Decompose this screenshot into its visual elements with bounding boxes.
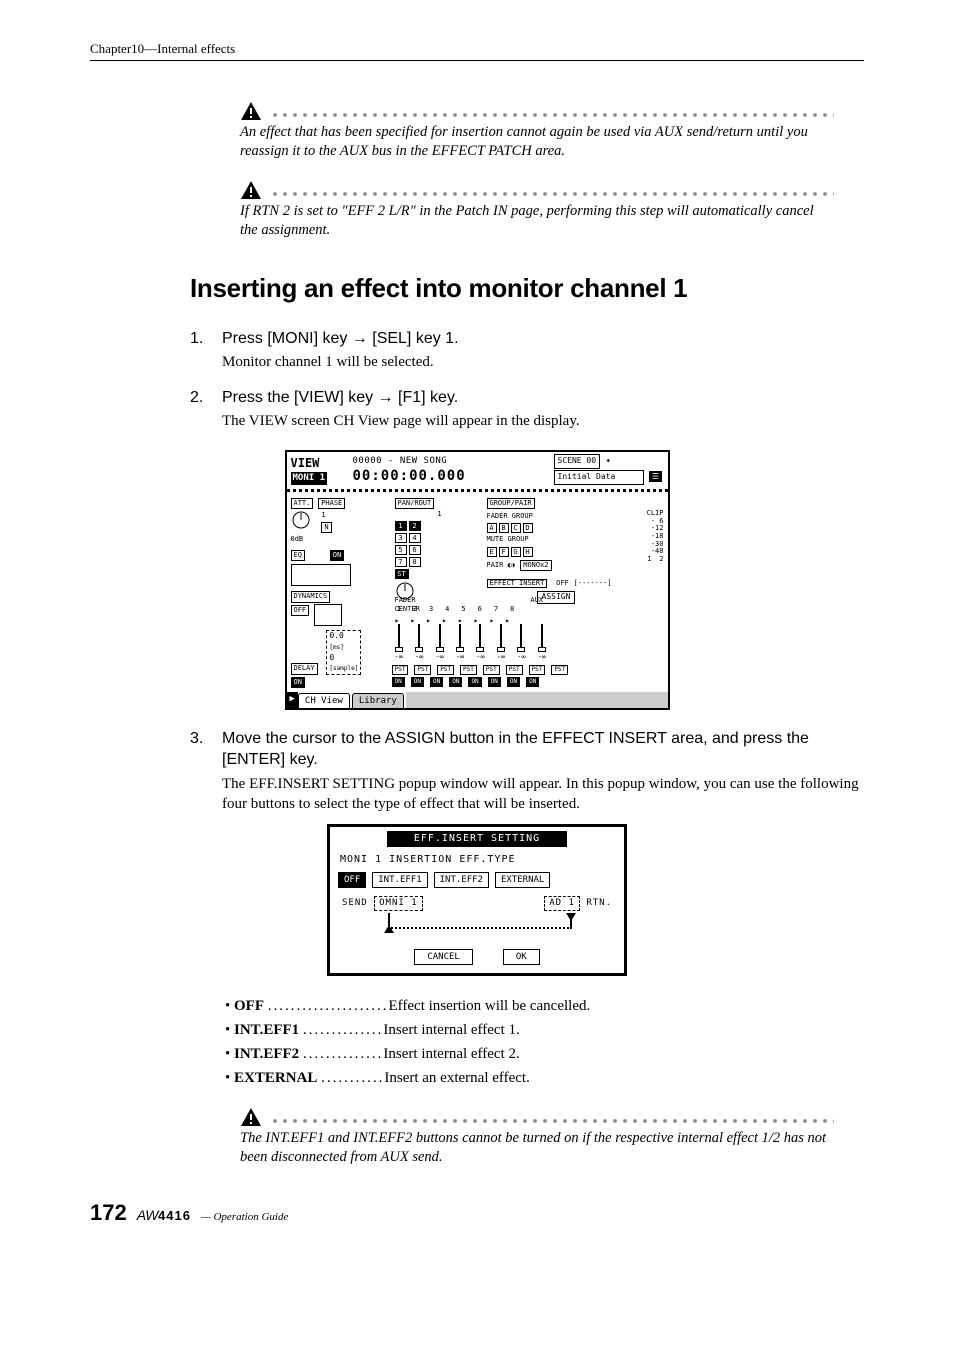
step-1: 1. Press [MONI] key → [SEL] key 1. Monit…: [190, 328, 864, 373]
delay-ms-unit: [ms]: [329, 644, 343, 651]
screen-titlebar: VIEW MONI 1 00000 - NEW SONG 00:00:00.00…: [287, 452, 668, 492]
delay-section: DELAY: [291, 663, 318, 674]
product-brand: AW: [137, 1207, 158, 1223]
pair-icon: ◐◗: [508, 561, 521, 569]
pair-mono: MONOx2: [520, 560, 551, 571]
popup-title: EFF.INSERT SETTING: [387, 831, 567, 847]
warning-2: If RTN 2 is set to "EFF 2 L/R" in the Pa…: [240, 180, 834, 241]
leader-dots: [270, 112, 834, 118]
popup-signal-flow: [356, 915, 598, 941]
att-value: 0dB: [291, 535, 304, 543]
product-model: 4416: [158, 1208, 191, 1223]
guide-label: — Operation Guide: [201, 1210, 288, 1225]
fadergroup-label: FADER GROUP: [487, 512, 533, 520]
fader-label: FADER: [395, 596, 416, 604]
delay-sample-unit: [sample]: [329, 665, 358, 672]
phase-idx: 1: [321, 511, 325, 519]
effins-section: EFFECT INSERT: [487, 579, 548, 588]
step-2: 2. Press the [VIEW] key → [F1] key. The …: [190, 387, 864, 432]
popup-rtn-label: RTN.: [586, 898, 612, 908]
step-desc: The VIEW screen CH View page will appear…: [222, 411, 864, 431]
eq-section: EQ: [291, 550, 305, 561]
view-screen: VIEW MONI 1 00000 - NEW SONG 00:00:00.00…: [285, 450, 670, 710]
song-title: 00000 - NEW SONG: [353, 455, 548, 467]
phase-section: PHASE: [318, 498, 345, 509]
warning-icon: [240, 1107, 262, 1127]
step-number: 1.: [190, 328, 210, 373]
tab-chview: CH View: [298, 693, 350, 709]
mutegroup-label: MUTE GROUP: [487, 535, 529, 543]
pair-label: PAIR: [487, 561, 504, 569]
bullet-external: • EXTERNAL ...........Insert an external…: [225, 1068, 864, 1088]
popup-channel-line: MONI 1 INSERTION EFF.TYPE: [340, 853, 618, 867]
button-definitions: • OFF .....................Effect insert…: [225, 996, 864, 1089]
timecode: 00:00:00.000: [353, 467, 548, 486]
warning-icon: [240, 180, 262, 200]
delay-ms: 0.0: [329, 631, 343, 640]
step-desc: Monitor channel 1 will be selected.: [222, 352, 864, 372]
menu-icon: ☰: [649, 471, 662, 482]
warning-text-1: An effect that has been specified for in…: [240, 123, 834, 162]
popup-inteff2-button: INT.EFF2: [434, 872, 489, 888]
section-heading: Inserting an effect into monitor channel…: [190, 271, 864, 306]
bullet-off: • OFF .....................Effect insert…: [225, 996, 864, 1016]
tab-library: Library: [352, 693, 404, 709]
popup-inteff1-button: INT.EFF1: [372, 872, 427, 888]
popup-send-label: SEND: [342, 898, 368, 908]
popup-off-button: OFF: [338, 872, 366, 888]
tab-icon: ▶: [287, 692, 298, 708]
warning-icon: [240, 101, 262, 121]
delay-state: ON: [291, 677, 305, 688]
page-header: Chapter10—Internal effects: [90, 40, 864, 61]
bullet-inteff1: • INT.EFF1 ..............Insert internal…: [225, 1020, 864, 1040]
att-section: ATT.: [291, 498, 314, 509]
scene-lock-icon: ✦: [605, 456, 610, 466]
warning-1: An effect that has been specified for in…: [240, 101, 834, 162]
aux-label: AUX: [530, 596, 543, 604]
eq-graph: [291, 564, 351, 586]
warning-3: The INT.EFF1 and INT.EFF2 buttons cannot…: [240, 1107, 834, 1168]
page-footer: 172 AW4416 — Operation Guide: [90, 1198, 864, 1228]
screen-title: VIEW: [291, 455, 347, 471]
step-title: Move the cursor to the ASSIGN button in …: [222, 728, 864, 771]
effins-state: OFF: [556, 579, 569, 587]
delay-sample: 0: [329, 653, 334, 662]
chapter-label: Chapter10—Internal effects: [90, 41, 235, 56]
arrow-down-icon: [566, 913, 576, 921]
step-desc: The EFF.INSERT SETTING popup window will…: [222, 774, 864, 815]
step-number: 3.: [190, 728, 210, 815]
leader-dots: [270, 191, 834, 197]
step-3: 3. Move the cursor to the ASSIGN button …: [190, 728, 864, 815]
grouppair-section: GROUP/PAIR: [487, 498, 535, 509]
warning-text-2: If RTN 2 is set to "EFF 2 L/R" in the Pa…: [240, 202, 834, 241]
page-number: 172: [90, 1198, 127, 1228]
popup-external-button: EXTERNAL: [495, 872, 550, 888]
step-title: Press [MONI] key → [SEL] key 1.: [222, 328, 864, 350]
phase-value: N: [321, 522, 331, 533]
dyn-graph: [314, 604, 342, 626]
panrout-section: PAN/ROUT: [395, 498, 435, 509]
rout-grid: 1 2 3 4 5 6 7 8: [395, 521, 429, 567]
scene-number: SCENE 00: [554, 454, 601, 469]
step-number: 2.: [190, 387, 210, 432]
popup-cancel-button: CANCEL: [414, 949, 473, 965]
eff-insert-popup: EFF.INSERT SETTING MONI 1 INSERTION EFF.…: [327, 824, 627, 975]
screen-channel: MONI 1: [291, 472, 328, 484]
popup-ok-button: OK: [503, 949, 540, 965]
att-knob-icon: [291, 510, 311, 530]
popup-rtn-value: AD 1: [544, 896, 580, 910]
step-title: Press the [VIEW] key → [F1] key.: [222, 387, 864, 409]
dynamics-section: DYNAMICS: [291, 591, 331, 602]
leader-dots: [270, 1118, 834, 1124]
popup-send-value: OMNI 1: [374, 896, 423, 910]
warning-text-3: The INT.EFF1 and INT.EFF2 buttons cannot…: [240, 1129, 834, 1168]
dyn-state: OFF: [291, 605, 310, 616]
eq-state: ON: [330, 550, 344, 561]
scene-name: Initial Data: [554, 470, 644, 485]
bullet-inteff2: • INT.EFF2 ..............Insert internal…: [225, 1044, 864, 1064]
st-button: ST: [395, 569, 409, 579]
